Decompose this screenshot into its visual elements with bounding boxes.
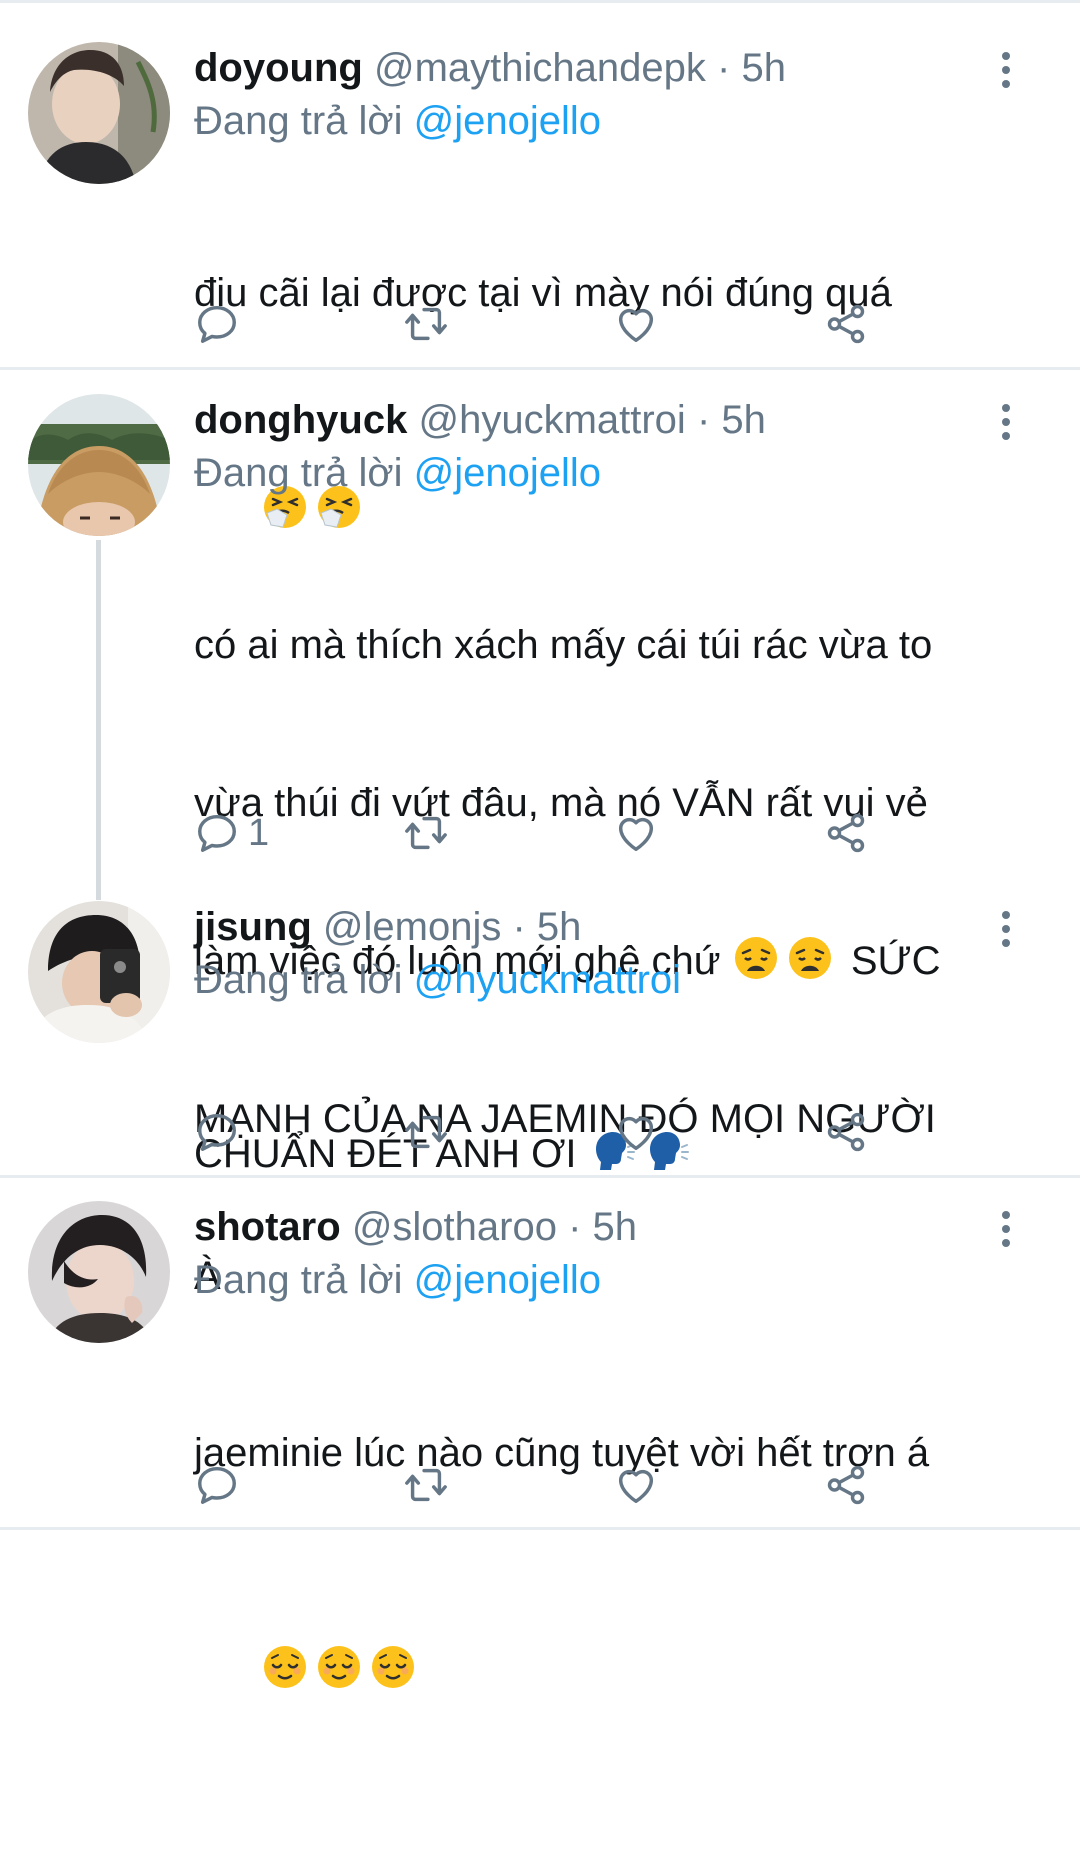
retweet-icon xyxy=(403,301,449,347)
weary-face-emoji xyxy=(786,934,834,982)
avatar[interactable] xyxy=(28,901,170,1043)
handle[interactable]: @slotharoo xyxy=(352,1205,557,1249)
share-icon xyxy=(823,1462,869,1508)
top-divider xyxy=(0,0,1080,3)
tweet-divider xyxy=(0,1527,1080,1530)
reply-count: 1 xyxy=(248,811,270,854)
handle[interactable]: @hyuckmattroi xyxy=(418,398,685,442)
share-icon xyxy=(823,1109,869,1155)
avatar[interactable] xyxy=(28,1201,170,1343)
heart-icon xyxy=(613,301,659,347)
replying-to: Đang trả lời @jenojello xyxy=(194,95,601,147)
tweet-emoji-line xyxy=(194,1591,1024,1750)
retweet-button[interactable] xyxy=(403,1102,449,1162)
more-vertical-icon[interactable] xyxy=(992,905,1020,953)
avatar[interactable] xyxy=(28,42,170,184)
display-name[interactable]: shotaro xyxy=(194,1205,341,1249)
reply-icon xyxy=(194,1462,240,1508)
replying-to: Đang trả lời @hyuckmattroi xyxy=(194,954,681,1006)
weary-face-emoji xyxy=(732,934,780,982)
timestamp: · 5h xyxy=(512,905,582,949)
handle[interactable]: @maythichandepk xyxy=(374,46,706,90)
tweet-actions xyxy=(0,1455,1080,1515)
tweet-divider xyxy=(0,1175,1080,1178)
tweet-header: jisung @lemonjs · 5h xyxy=(194,901,581,953)
tweet-header: donghyuck @hyuckmattroi · 5h xyxy=(194,394,766,446)
share-button[interactable] xyxy=(823,1455,869,1515)
handle[interactable]: @lemonjs xyxy=(323,905,501,949)
reply-mention[interactable]: @jenojello xyxy=(414,99,601,143)
reply-button[interactable]: 1 xyxy=(194,803,269,863)
reply-mention[interactable]: @jenojello xyxy=(414,1258,601,1302)
heart-icon xyxy=(613,1462,659,1508)
like-button[interactable] xyxy=(613,1102,659,1162)
heart-icon xyxy=(613,810,659,856)
more-vertical-icon[interactable] xyxy=(992,46,1020,94)
reply-mention[interactable]: @hyuckmattroi xyxy=(414,958,681,1002)
timestamp: · 5h xyxy=(696,398,766,442)
display-name[interactable]: jisung xyxy=(194,905,312,949)
display-name[interactable]: donghyuck xyxy=(194,398,407,442)
tweet-text-line: có ai mà thích xách mấy cái túi rác vừa … xyxy=(194,623,933,667)
share-icon xyxy=(823,301,869,347)
retweet-icon xyxy=(403,1462,449,1508)
reply-icon xyxy=(194,301,240,347)
timestamp: · 5h xyxy=(568,1205,638,1249)
retweet-icon xyxy=(403,810,449,856)
reply-button[interactable] xyxy=(194,294,240,354)
avatar[interactable] xyxy=(28,394,170,536)
retweet-button[interactable] xyxy=(403,803,449,863)
reply-mention[interactable]: @jenojello xyxy=(414,451,601,495)
display-name[interactable]: doyoung xyxy=(194,46,363,90)
like-button[interactable] xyxy=(613,294,659,354)
tweet-text-segment: SỨC xyxy=(839,939,941,983)
replying-to: Đang trả lời @jenojello xyxy=(194,447,601,499)
share-button[interactable] xyxy=(823,1102,869,1162)
tweet-actions xyxy=(0,1102,1080,1162)
retweet-button[interactable] xyxy=(403,1455,449,1515)
timestamp: · 5h xyxy=(717,46,786,90)
like-button[interactable] xyxy=(613,803,659,863)
tweet-actions xyxy=(0,294,1080,354)
reply-button[interactable] xyxy=(194,1455,240,1515)
tweet-text: jaeminie lúc nào cũng tuyệt vời hết trơn… xyxy=(194,1322,1024,1854)
tweet-header: doyoung @maythichandepk · 5h xyxy=(194,42,786,94)
reply-prefix: Đang trả lời xyxy=(194,958,403,1002)
reply-prefix: Đang trả lời xyxy=(194,451,403,495)
reply-icon xyxy=(194,1109,240,1155)
retweet-icon xyxy=(403,1109,449,1155)
share-button[interactable] xyxy=(823,803,869,863)
share-icon xyxy=(823,810,869,856)
more-vertical-icon[interactable] xyxy=(992,398,1020,446)
replying-to: Đang trả lời @jenojello xyxy=(194,1254,601,1306)
retweet-button[interactable] xyxy=(403,294,449,354)
like-button[interactable] xyxy=(613,1455,659,1515)
more-vertical-icon[interactable] xyxy=(992,1205,1020,1253)
tweet-divider xyxy=(0,367,1080,370)
tweet-header: shotaro @slotharoo · 5h xyxy=(194,1201,637,1253)
relieved-face-emoji xyxy=(261,1643,309,1691)
reply-icon xyxy=(194,810,240,856)
relieved-face-emoji xyxy=(369,1643,417,1691)
reply-prefix: Đang trả lời xyxy=(194,1258,403,1302)
reply-prefix: Đang trả lời xyxy=(194,99,403,143)
tweet-actions: 1 xyxy=(0,803,1080,863)
share-button[interactable] xyxy=(823,294,869,354)
reply-button[interactable] xyxy=(194,1102,240,1162)
relieved-face-emoji xyxy=(315,1643,363,1691)
heart-icon xyxy=(613,1109,659,1155)
